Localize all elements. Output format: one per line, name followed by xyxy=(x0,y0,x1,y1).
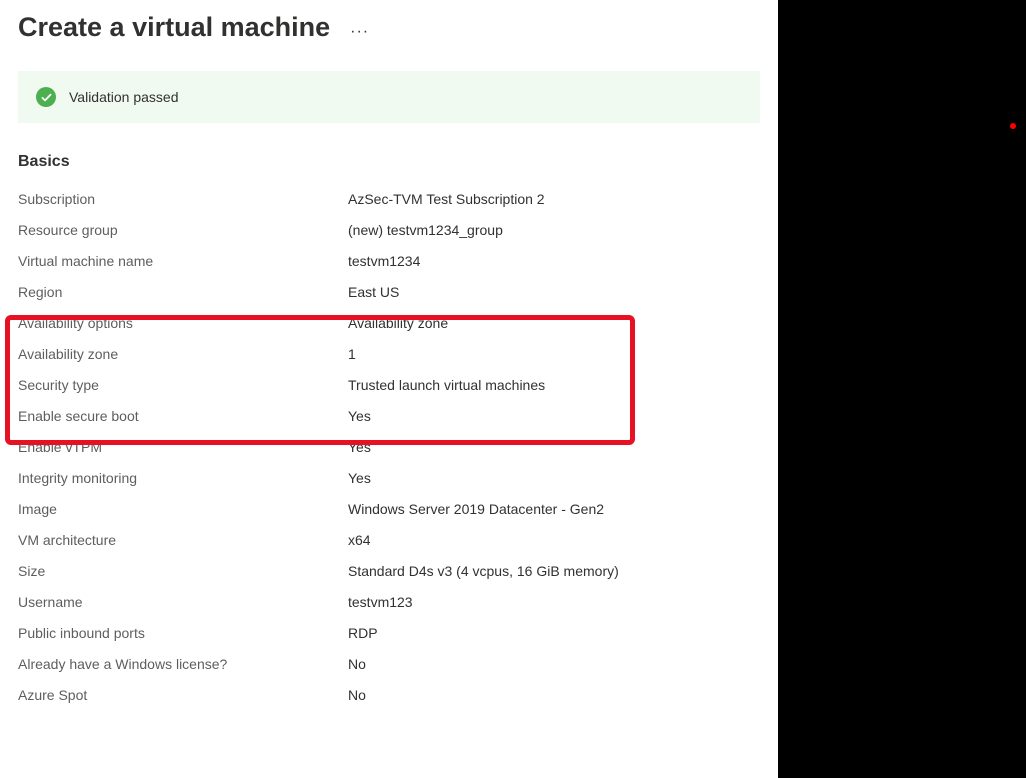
details-row: Already have a Windows license?No xyxy=(18,654,760,675)
main-panel: Create a virtual machine ··· Validation … xyxy=(0,0,778,778)
details-row: ImageWindows Server 2019 Datacenter - Ge… xyxy=(18,499,760,520)
details-row: Availability optionsAvailability zone xyxy=(18,313,760,334)
details-value: (new) testvm1234_group xyxy=(348,220,503,241)
details-value: x64 xyxy=(348,530,371,551)
checkmark-icon xyxy=(36,87,56,107)
details-row: Enable secure bootYes xyxy=(18,406,760,427)
details-label: Enable secure boot xyxy=(18,406,348,427)
details-row: Integrity monitoringYes xyxy=(18,468,760,489)
details-label: Already have a Windows license? xyxy=(18,654,348,675)
details-row: RegionEast US xyxy=(18,282,760,303)
details-row: Azure SpotNo xyxy=(18,685,760,706)
details-label: Availability options xyxy=(18,313,348,334)
details-row: SizeStandard D4s v3 (4 vcpus, 16 GiB mem… xyxy=(18,561,760,582)
details-value: Yes xyxy=(348,406,371,427)
details-label: Enable vTPM xyxy=(18,437,348,458)
details-label: Image xyxy=(18,499,348,520)
details-value: AzSec-TVM Test Subscription 2 xyxy=(348,189,545,210)
details-label: Public inbound ports xyxy=(18,623,348,644)
details-value: RDP xyxy=(348,623,378,644)
red-dot-indicator xyxy=(1010,123,1016,129)
details-label: VM architecture xyxy=(18,530,348,551)
details-label: Region xyxy=(18,282,348,303)
details-value: No xyxy=(348,685,366,706)
basics-details-list: SubscriptionAzSec-TVM Test Subscription … xyxy=(18,189,760,706)
details-row: Security typeTrusted launch virtual mach… xyxy=(18,375,760,396)
details-value: Windows Server 2019 Datacenter - Gen2 xyxy=(348,499,604,520)
details-row: Usernametestvm123 xyxy=(18,592,760,613)
more-actions-icon[interactable]: ··· xyxy=(350,23,369,41)
details-value: testvm1234 xyxy=(348,251,420,272)
details-label: Virtual machine name xyxy=(18,251,348,272)
details-label: Availability zone xyxy=(18,344,348,365)
review-content: Basics SubscriptionAzSec-TVM Test Subscr… xyxy=(0,123,778,706)
details-row: Availability zone1 xyxy=(18,344,760,365)
page-header: Create a virtual machine ··· xyxy=(0,0,778,71)
details-value: East US xyxy=(348,282,399,303)
details-value: testvm123 xyxy=(348,592,413,613)
details-row: SubscriptionAzSec-TVM Test Subscription … xyxy=(18,189,760,210)
details-value: Yes xyxy=(348,437,371,458)
right-dark-panel xyxy=(778,0,1026,778)
details-row: Enable vTPMYes xyxy=(18,437,760,458)
validation-banner: Validation passed xyxy=(18,71,760,123)
details-value: Trusted launch virtual machines xyxy=(348,375,545,396)
details-value: 1 xyxy=(348,344,356,365)
page-title: Create a virtual machine xyxy=(18,12,330,43)
details-value: Availability zone xyxy=(348,313,448,334)
details-label: Subscription xyxy=(18,189,348,210)
details-value: No xyxy=(348,654,366,675)
details-row: Resource group(new) testvm1234_group xyxy=(18,220,760,241)
details-value: Yes xyxy=(348,468,371,489)
details-value: Standard D4s v3 (4 vcpus, 16 GiB memory) xyxy=(348,561,619,582)
validation-text: Validation passed xyxy=(69,89,178,105)
basics-section-title: Basics xyxy=(18,153,760,171)
details-label: Security type xyxy=(18,375,348,396)
details-label: Integrity monitoring xyxy=(18,468,348,489)
details-row: VM architecturex64 xyxy=(18,530,760,551)
details-row: Virtual machine nametestvm1234 xyxy=(18,251,760,272)
details-row: Public inbound portsRDP xyxy=(18,623,760,644)
details-label: Username xyxy=(18,592,348,613)
details-label: Size xyxy=(18,561,348,582)
details-label: Resource group xyxy=(18,220,348,241)
details-label: Azure Spot xyxy=(18,685,348,706)
